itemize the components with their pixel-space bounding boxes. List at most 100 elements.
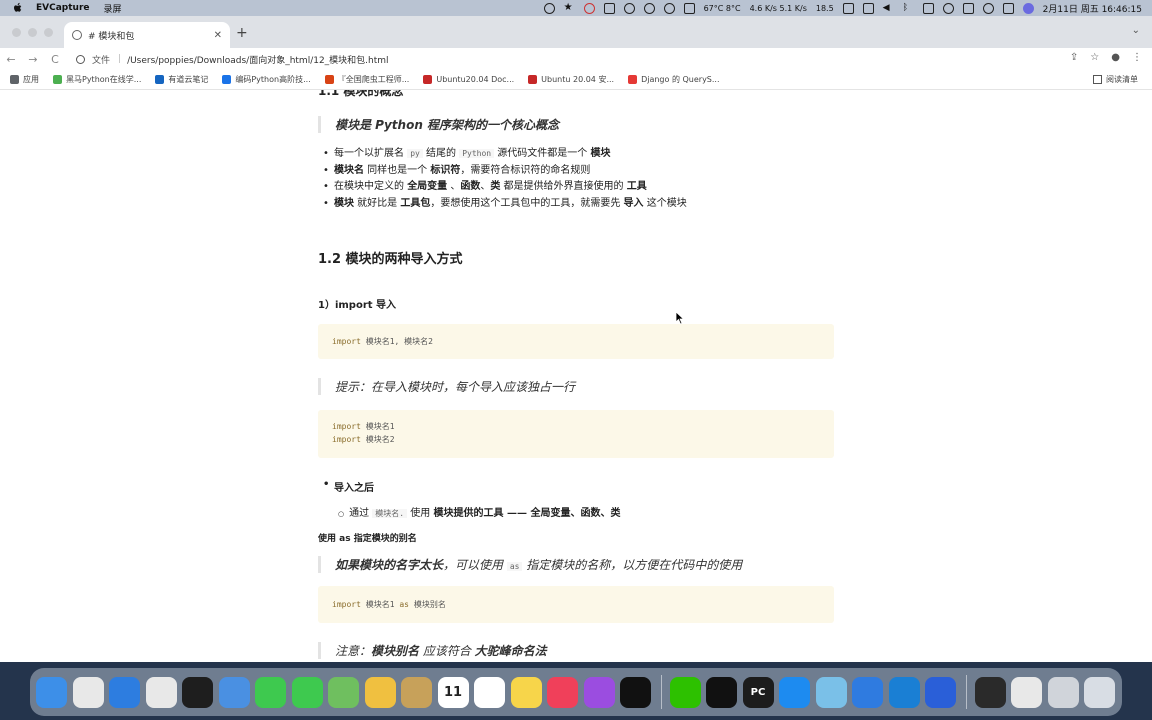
bookmark-item[interactable]: 编码Python高阶技... (222, 74, 311, 85)
star-icon[interactable]: ★ (564, 2, 575, 14)
bluetooth-icon[interactable]: ᛒ (903, 3, 914, 14)
notes-icon[interactable] (510, 676, 542, 708)
bookmark-label: Ubuntu 20.04 安... (541, 75, 615, 84)
bookmark-favicon-icon (628, 75, 638, 84)
code-block-import[interactable]: import 模块名1, 模块名2 (318, 324, 834, 359)
terminal-icon[interactable] (182, 676, 213, 708)
bookmark-star-icon[interactable]: ☆ (1090, 52, 1099, 63)
messages-icon[interactable] (291, 676, 323, 708)
input-method-icon[interactable] (1002, 2, 1014, 14)
heading-1-1: 1.1 模块的概念 (318, 90, 404, 98)
bookmark-item[interactable]: Ubuntu20.04 Doc... (423, 75, 514, 84)
text: 通过 (349, 508, 373, 519)
back-button[interactable]: ← (0, 53, 22, 66)
reading-list-label: 阅读清单 (1106, 75, 1138, 84)
search-status-icon[interactable] (623, 2, 635, 14)
pycharm-icon[interactable]: PC (742, 676, 774, 708)
battery-icon[interactable] (922, 2, 934, 14)
music-icon[interactable] (547, 676, 578, 708)
app-name[interactable]: EVCapture (36, 3, 90, 13)
clock[interactable]: 2月11日 周五 16:46:15 (1043, 2, 1142, 15)
code-block-import-lines[interactable]: import 模块名1 import 模块名2 (318, 410, 834, 458)
calendar-icon[interactable]: 11 (437, 676, 469, 708)
wifi-icon[interactable] (942, 2, 954, 14)
more-menu-icon[interactable]: ⋮ (1132, 52, 1142, 63)
forward-button[interactable]: → (22, 53, 44, 66)
app-status-icon[interactable] (603, 2, 615, 14)
bookmark-item[interactable]: Ubuntu 20.04 安... (528, 74, 614, 85)
blockquote-tip: 提示：在导入模块时，每个导入应该独占一行 (318, 378, 834, 395)
network-speed-readout[interactable]: 4.6 K/s 5.1 K/s (750, 4, 807, 12)
tab-active[interactable]: # 模块和包 ✕ (64, 22, 230, 48)
info-icon[interactable] (76, 54, 85, 64)
chat-app-icon[interactable] (779, 676, 810, 708)
bookmark-item[interactable]: 『全国爬虫工程师... (324, 74, 409, 85)
bookmark-status-icon[interactable] (683, 2, 695, 14)
wechat-icon[interactable] (669, 676, 701, 708)
list-item: 每一个以扩展名 py 结尾的 Python 源代码文件都是一个 模块 (318, 146, 687, 163)
baidu-netdisk-icon[interactable] (852, 676, 883, 708)
bold-text: 函数 (460, 181, 481, 192)
text: 都是提供给外界直接使用的 (500, 181, 627, 192)
quote-text: 提示：在导入模块时，每个导入应该独占一行 (335, 380, 576, 394)
minimize-window-button[interactable] (28, 28, 37, 37)
maps-icon[interactable] (328, 676, 359, 708)
bold-text: 模块名 (334, 164, 364, 176)
dock-separator (660, 675, 662, 709)
chrome-icon[interactable] (145, 676, 177, 708)
finder-icon[interactable] (36, 676, 67, 708)
code-line: import 模块名1 as 模块别名 (332, 598, 820, 611)
zoom-window-button[interactable] (44, 28, 53, 37)
network-icon[interactable] (543, 2, 555, 14)
screen-recorder-icon[interactable] (925, 676, 956, 708)
bookmark-item[interactable]: 有道云笔记 (155, 74, 208, 85)
sync-app-icon[interactable] (815, 676, 847, 708)
bookmark-item[interactable]: 黑马Python在线学... (53, 74, 141, 85)
vscode-icon[interactable] (888, 676, 920, 708)
wechat-status-icon[interactable] (663, 2, 675, 14)
code-block-import-as[interactable]: import 模块名1 as 模块别名 (318, 586, 834, 623)
minimized-window-1-icon[interactable] (974, 676, 1006, 708)
close-tab-icon[interactable]: ✕ (214, 30, 222, 41)
launchpad-icon[interactable] (72, 676, 104, 708)
cpu-readout[interactable]: 18.5 (816, 4, 834, 12)
tab-strip: # 模块和包 ✕ + ⌄ (0, 16, 1152, 48)
trash-icon[interactable] (1084, 676, 1115, 708)
reminders-icon[interactable] (474, 676, 505, 708)
bookmark-item[interactable]: 应用 (10, 74, 39, 85)
heading-import: 1）import 导入 (318, 300, 397, 311)
display-icon[interactable] (862, 2, 874, 14)
safari-icon[interactable] (109, 676, 140, 708)
list-item: 模块名 同样也是一个 标识符，需要符合标识符的命名规则 (318, 163, 687, 180)
keychain-icon[interactable] (401, 676, 432, 708)
control-center-icon[interactable] (962, 2, 974, 14)
mail-icon[interactable] (218, 676, 250, 708)
new-tab-button[interactable]: + (236, 25, 248, 41)
reload-button[interactable]: C (44, 53, 66, 66)
facetime-icon[interactable] (255, 676, 286, 708)
podcasts-icon[interactable] (583, 676, 615, 708)
minimized-window-3-icon[interactable] (1047, 676, 1079, 708)
menu-record[interactable]: 录屏 (104, 2, 122, 15)
apple-icon[interactable] (12, 2, 24, 14)
window-icon[interactable] (842, 2, 854, 14)
siri-icon[interactable] (1022, 2, 1034, 14)
tv-icon[interactable] (620, 676, 651, 708)
spotlight-icon[interactable] (982, 2, 994, 14)
address-bar[interactable]: 文件 | /Users/poppies/Downloads/面向对象_html/… (70, 50, 1070, 68)
recording-icon[interactable] (583, 2, 595, 14)
chevron-down-icon[interactable]: ⌄ (1132, 25, 1140, 36)
profile-icon[interactable]: ● (1111, 52, 1120, 63)
minimized-window-2-icon[interactable] (1011, 676, 1042, 708)
close-window-button[interactable] (12, 28, 21, 37)
url-text[interactable]: /Users/poppies/Downloads/面向对象_html/12_模块… (127, 53, 388, 66)
reading-list-button[interactable]: 阅读清单 (1093, 74, 1138, 85)
share-icon[interactable]: ⇪ (1070, 52, 1078, 63)
notification-icon[interactable] (643, 2, 655, 14)
bookmark-item[interactable]: Django 的 QueryS... (628, 74, 720, 85)
volume-icon[interactable]: ◀ (883, 3, 894, 14)
temperature-readout[interactable]: 67°C 8°C (704, 4, 741, 12)
qq-icon[interactable] (706, 676, 737, 708)
photos-icon[interactable] (364, 676, 396, 708)
apps-grid-icon (10, 75, 19, 84)
